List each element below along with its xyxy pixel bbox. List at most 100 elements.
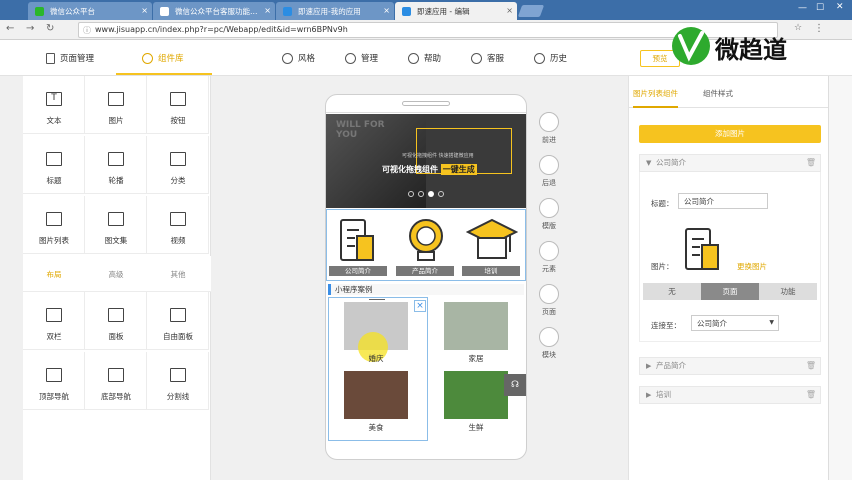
case-food[interactable]: 美食 — [344, 371, 408, 433]
help-button[interactable]: 帮助 — [408, 52, 441, 64]
gear-icon — [345, 53, 356, 64]
title-input[interactable]: 公司简介 — [678, 193, 768, 209]
image-list-icon — [46, 212, 62, 226]
component-panel-block[interactable]: 面板 — [85, 292, 147, 350]
case-label: 家居 — [468, 354, 484, 363]
section-training-header[interactable]: ▶ 培训 🗑 — [639, 386, 821, 404]
component-article-set[interactable]: 图文集 — [85, 196, 147, 254]
close-icon[interactable]: × — [414, 300, 426, 312]
component-image-list[interactable]: 图片列表 — [23, 196, 85, 254]
text-icon: T — [46, 92, 62, 106]
subtab-advanced[interactable]: 高级 — [85, 269, 147, 280]
close-window-icon[interactable]: ✕ — [836, 2, 844, 12]
page-scrollbar[interactable] — [828, 76, 852, 480]
component-category[interactable]: 分类 — [147, 136, 209, 194]
style-button[interactable]: 风格 — [282, 52, 315, 64]
tool-page[interactable]: 页面 — [538, 284, 560, 317]
close-icon[interactable]: × — [264, 6, 271, 15]
component-carousel[interactable]: 轮播 — [85, 136, 147, 194]
component-free-panel[interactable]: 自由面板 — [147, 292, 209, 350]
component-heading[interactable]: 标题 — [23, 136, 85, 194]
subtab-layout[interactable]: 布局 — [23, 269, 85, 280]
properties-panel: 图片列表组件 组件样式 添加图片 ▼ 公司简介 🗑 标题： 公司简介 图片： 更换图… — [628, 76, 829, 480]
browser-tab-wechat[interactable]: 微信公众平台 × — [28, 2, 152, 20]
close-icon[interactable]: × — [141, 6, 148, 15]
close-icon[interactable]: × — [383, 6, 390, 15]
headset-icon[interactable]: ☊ — [504, 374, 526, 396]
browser-tab-jisu-edit[interactable]: 即速应用 - 编辑 × — [395, 2, 517, 20]
change-image-link[interactable]: 更换图片 — [737, 261, 767, 272]
browser-tab-wechat-service[interactable]: 微信公众平台客服功能… × — [153, 2, 275, 20]
component-label: 分类 — [170, 176, 186, 185]
close-icon[interactable]: × — [506, 6, 513, 15]
window-controls: — ☐ ✕ — [758, 0, 852, 20]
component-bottom-nav[interactable]: 底部导航 — [85, 352, 147, 410]
carousel-dot[interactable] — [418, 191, 424, 197]
case-home[interactable]: 家居 — [444, 302, 508, 364]
free-panel-icon — [170, 308, 186, 322]
image-icon — [108, 92, 124, 106]
link-mode-function[interactable]: 功能 — [759, 283, 817, 300]
component-label: 自由面板 — [163, 332, 193, 341]
carousel-dot[interactable] — [408, 191, 414, 197]
trash-icon[interactable]: 🗑 — [806, 387, 816, 403]
carousel-dots — [408, 190, 446, 198]
page-manage-tab[interactable]: 页面管理 — [46, 52, 94, 64]
feature-company[interactable]: 公司简介 — [329, 219, 387, 276]
component-lib-tab[interactable]: 组件库 — [142, 52, 184, 64]
element-icon — [539, 241, 559, 261]
tab-title: 即速应用-我的应用 — [298, 7, 361, 16]
tab-component-style[interactable]: 组件样式 — [703, 88, 733, 99]
tool-label: 元素 — [542, 265, 556, 273]
component-two-column[interactable]: 双栏 — [23, 292, 85, 350]
section-company-header[interactable]: ▼ 公司简介 🗑 — [639, 154, 821, 172]
browser-tab-bar: 微信公众平台 × 微信公众平台客服功能… × 即速应用-我的应用 × 即速应用 … — [0, 0, 852, 20]
tool-module[interactable]: 模块 — [538, 327, 560, 360]
link-mode-none[interactable]: 无 — [643, 283, 701, 300]
subtab-other[interactable]: 其他 — [147, 269, 209, 280]
component-button[interactable]: 按钮 — [147, 76, 209, 134]
trash-icon[interactable]: 🗑 — [806, 358, 816, 374]
service-button[interactable]: 客服 — [471, 52, 504, 64]
component-label: 顶部导航 — [39, 392, 69, 401]
case-label: 婚庆 — [368, 354, 384, 363]
watermark-logo: 微趋道 — [669, 24, 823, 66]
tool-element[interactable]: 元素 — [538, 241, 560, 274]
history-button[interactable]: 历史 — [534, 52, 567, 64]
maximize-icon[interactable]: ☐ — [816, 3, 824, 13]
feature-training[interactable]: 培训 — [462, 218, 520, 276]
minimize-icon[interactable]: — — [798, 3, 807, 13]
tool-template[interactable]: 模版 — [538, 198, 560, 231]
component-text[interactable]: T 文本 — [23, 76, 85, 134]
clock-icon — [534, 53, 545, 64]
case-label: 生鲜 — [468, 423, 484, 432]
banner-carousel[interactable]: WILL FOR YOU 可视化拖拽组件 快速搭建微应用 可视化拖拽组件 一键生… — [326, 114, 526, 208]
tab-component-props[interactable]: 图片列表组件 — [633, 88, 678, 108]
tool-back[interactable]: 后退 — [538, 155, 560, 188]
feature-product[interactable]: 产品简介 — [396, 219, 454, 276]
section-product-header[interactable]: ▶ 产品简介 🗑 — [639, 357, 821, 375]
component-top-nav[interactable]: 顶部导航 — [23, 352, 85, 410]
component-divider[interactable]: 分割线 — [147, 352, 209, 410]
link-mode-page[interactable]: 页面 — [701, 283, 759, 300]
back-icon[interactable]: ← — [6, 23, 14, 34]
banner-title-highlight: 一键生成 — [440, 164, 477, 175]
component-video[interactable]: 视频 — [147, 196, 209, 254]
case-fresh[interactable]: 生鲜 — [444, 371, 508, 433]
carousel-dot[interactable] — [438, 191, 444, 197]
reload-icon[interactable]: ↻ — [46, 23, 54, 34]
carousel-dot-active[interactable] — [428, 191, 434, 197]
case-wedding[interactable]: 婚庆 — [344, 302, 408, 364]
component-label: 双栏 — [46, 332, 62, 341]
browser-tab-jisu-myapp[interactable]: 即速应用-我的应用 × — [276, 2, 394, 20]
manage-button[interactable]: 管理 — [345, 52, 378, 64]
link-select[interactable]: 公司简介 ▼ — [691, 315, 779, 331]
forward-icon[interactable]: → — [26, 23, 34, 34]
trash-icon[interactable]: 🗑 — [806, 155, 816, 171]
tab-title: 微信公众平台客服功能… — [175, 7, 258, 16]
add-image-button[interactable]: 添加图片 — [639, 125, 821, 143]
component-image[interactable]: 图片 — [85, 76, 147, 134]
new-tab-button[interactable] — [517, 5, 545, 17]
tool-forward[interactable]: 前进 — [538, 112, 560, 145]
service-label: 客服 — [487, 54, 505, 64]
